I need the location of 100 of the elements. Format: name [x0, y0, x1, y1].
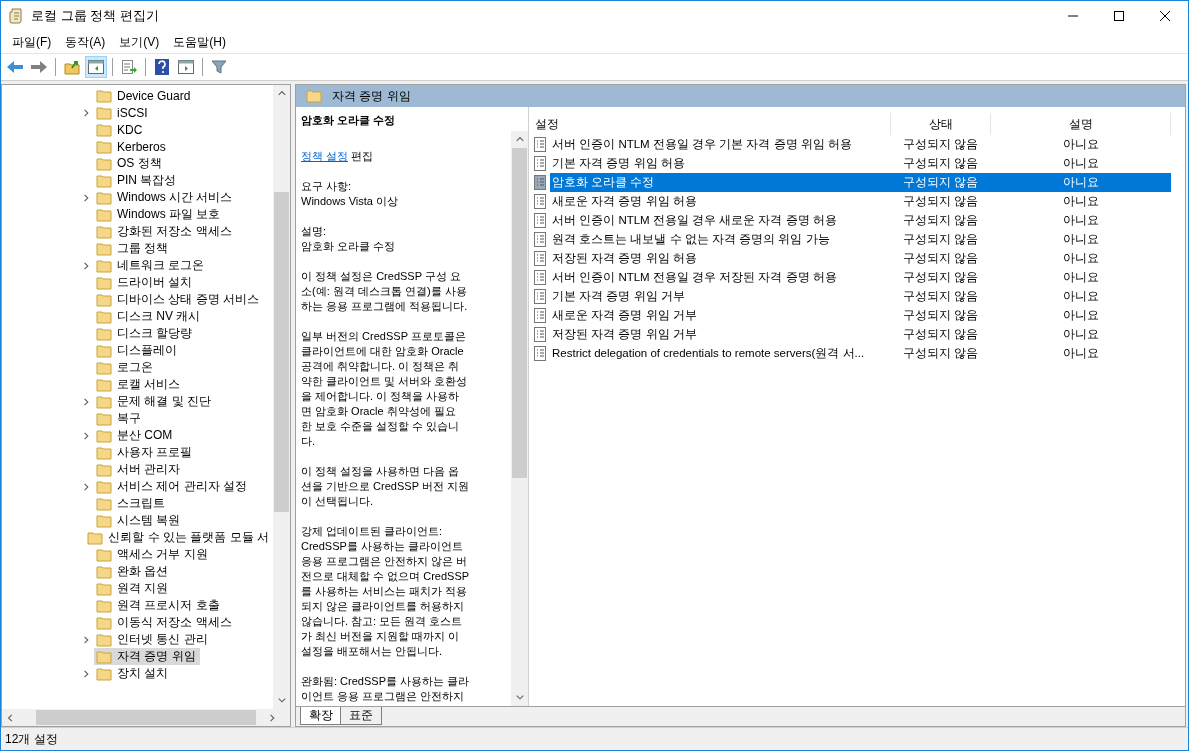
state-cell-text: 구성되지 않음: [902, 194, 980, 209]
folder-icon: [96, 88, 112, 103]
scrollbar[interactable]: [511, 131, 528, 706]
scrollbar[interactable]: [273, 85, 290, 709]
column-header[interactable]: 상태: [891, 113, 991, 135]
tree-item[interactable]: 디스크 NV 캐시: [94, 308, 205, 325]
chevron-icon[interactable]: [83, 107, 91, 118]
comment-cell-text: 아니요: [1062, 156, 1100, 171]
tree-item[interactable]: 로캘 서비스: [94, 376, 185, 393]
tree-item[interactable]: KDC: [94, 121, 147, 138]
chevron-icon[interactable]: [83, 634, 91, 645]
tree-item[interactable]: 서버 관리자: [94, 461, 185, 478]
menu-item[interactable]: 도움말(H): [166, 33, 233, 51]
tree-item[interactable]: Device Guard: [94, 87, 195, 104]
tree-item[interactable]: 액세스 거부 지원: [94, 546, 212, 563]
tree-item[interactable]: 로그온: [94, 359, 157, 376]
chevron-icon[interactable]: [83, 481, 91, 492]
panel-icon: [178, 60, 194, 74]
chevron-icon[interactable]: [83, 668, 91, 679]
folder-icon: [96, 394, 112, 409]
chevron-icon[interactable]: [83, 260, 91, 271]
tree-item[interactable]: 문제 해결 및 진단: [94, 393, 215, 410]
setting-name[interactable]: 서버 인증이 NTLM 전용일 경우 새로운 자격 증명 허용: [550, 211, 891, 230]
chevron-icon[interactable]: [83, 192, 91, 203]
tree-item[interactable]: 이동식 저장소 액세스: [94, 614, 236, 631]
menu-item[interactable]: 파일(F): [5, 33, 59, 51]
tree-item[interactable]: 원격 지원: [94, 580, 173, 597]
tree-item[interactable]: 시스템 복원: [94, 512, 185, 529]
setting-name[interactable]: Restrict delegation of credentials to remote servers(원격 서...: [550, 344, 891, 363]
scrollbar[interactable]: [2, 709, 290, 726]
tree-item[interactable]: 디스플레이: [94, 342, 181, 359]
forward-arrow-icon: [30, 60, 48, 74]
folder-icon: [306, 89, 322, 103]
state-cell-text: 구성되지 않음: [902, 346, 980, 361]
policy-icon: [533, 137, 547, 152]
tree-item[interactable]: iSCSI: [94, 104, 152, 121]
tree-item[interactable]: 인터넷 통신 관리: [94, 631, 212, 648]
tree-item[interactable]: 신뢰할 수 있는 플랫폼 모듈 서: [85, 529, 273, 546]
setting-name[interactable]: 암호화 오라클 수정: [550, 173, 891, 192]
folder-icon: [96, 190, 112, 205]
setting-name[interactable]: 새로운 자격 증명 위임 허용: [550, 192, 891, 211]
comment-cell-text: 아니요: [1062, 213, 1100, 228]
setting-name[interactable]: 서버 인증이 NTLM 전용일 경우 기본 자격 증명 위임 허용: [550, 135, 891, 154]
tree-item[interactable]: 서비스 제어 관리자 설정: [94, 478, 251, 495]
comment-cell-text: 아니요: [1062, 232, 1100, 247]
tree-item[interactable]: 원격 프로시저 호출: [94, 597, 224, 614]
chevron-icon: [6, 712, 15, 723]
tree-item[interactable]: 강화된 저장소 액세스: [94, 223, 236, 240]
tree-item[interactable]: 디스크 할당량: [94, 325, 197, 342]
tree-item[interactable]: 복구: [94, 410, 145, 427]
view-tab[interactable]: 표준: [340, 707, 382, 725]
setting-name[interactable]: 저장된 자격 증명 위임 거부: [550, 325, 891, 344]
folder-icon: [96, 496, 112, 511]
toolbar-button[interactable]: [85, 56, 107, 78]
setting-name[interactable]: 원격 호스트는 내보낼 수 없는 자격 증명의 위임 가능: [550, 230, 891, 249]
tree-item[interactable]: 분산 COM: [94, 427, 177, 444]
menu-item[interactable]: 동작(A): [58, 33, 113, 51]
tree-item[interactable]: 드라이버 설치: [94, 274, 197, 291]
tree-item[interactable]: 사용자 프로필: [94, 444, 197, 461]
tree-item[interactable]: 스크립트: [94, 495, 169, 512]
tree-item[interactable]: PIN 복잡성: [94, 172, 181, 189]
tree-item[interactable]: 장치 설치: [94, 665, 173, 682]
setting-name[interactable]: 서버 인증이 NTLM 전용일 경우 저장된 자격 증명 허용: [550, 268, 891, 287]
tree-item[interactable]: 네트워크 로그온: [94, 257, 209, 274]
policy-icon: [533, 213, 547, 228]
menu-item[interactable]: 보기(V): [112, 33, 167, 51]
chevron-icon[interactable]: [83, 396, 91, 407]
comment-cell-text: 아니요: [1062, 194, 1100, 209]
folder-icon: [96, 513, 112, 528]
tree-item[interactable]: Windows 시간 서비스: [94, 189, 237, 206]
column-header[interactable]: 설명: [991, 113, 1171, 135]
tree-item[interactable]: 자격 증명 위임: [94, 648, 200, 665]
description-paragraph: 이 정책 설정을 사용하면 다음 옵 션을 기반으로 CredSSP 버전 지원 이 선택됩니다.: [301, 464, 470, 509]
setting-name[interactable]: 새로운 자격 증명 위임 거부: [550, 306, 891, 325]
setting-name[interactable]: 기본 자격 증명 위임 허용: [550, 154, 891, 173]
state-cell-text: 구성되지 않음: [902, 308, 980, 323]
folder-icon: [96, 649, 112, 664]
setting-name[interactable]: 저장된 자격 증명 위임 허용: [550, 249, 891, 268]
policy-icon: [533, 232, 547, 247]
folder-icon: [96, 428, 112, 443]
folder-icon: [96, 309, 112, 324]
folder-up-icon: [64, 59, 80, 75]
back-arrow-icon: [6, 60, 24, 74]
folder-icon: [96, 343, 112, 358]
chevron-icon[interactable]: [83, 430, 91, 441]
view-tab[interactable]: 확장: [300, 707, 342, 725]
state-cell-text: 구성되지 않음: [902, 327, 980, 342]
tree-item[interactable]: OS 정책: [94, 155, 166, 172]
setting-name[interactable]: 기본 자격 증명 위임 거부: [550, 287, 891, 306]
folder-icon: [96, 411, 112, 426]
policy-link[interactable]: 정책 설정: [301, 150, 349, 162]
tree-item[interactable]: Windows 파일 보호: [94, 206, 225, 223]
tree-item[interactable]: 그룹 정책: [94, 240, 173, 257]
comment-cell-text: 아니요: [1062, 137, 1100, 152]
tree-item[interactable]: 완화 옵션: [94, 563, 173, 580]
folder-icon: [96, 207, 112, 222]
column-header[interactable]: 설정: [531, 113, 891, 135]
description-paragraph: 완화됨: CredSSP를 사용하는 클라 이언트 응용 프로그램은 안전하지: [301, 674, 471, 704]
tree-item[interactable]: 디바이스 상태 증명 서비스: [94, 291, 263, 308]
tree-item[interactable]: Kerberos: [94, 138, 170, 155]
